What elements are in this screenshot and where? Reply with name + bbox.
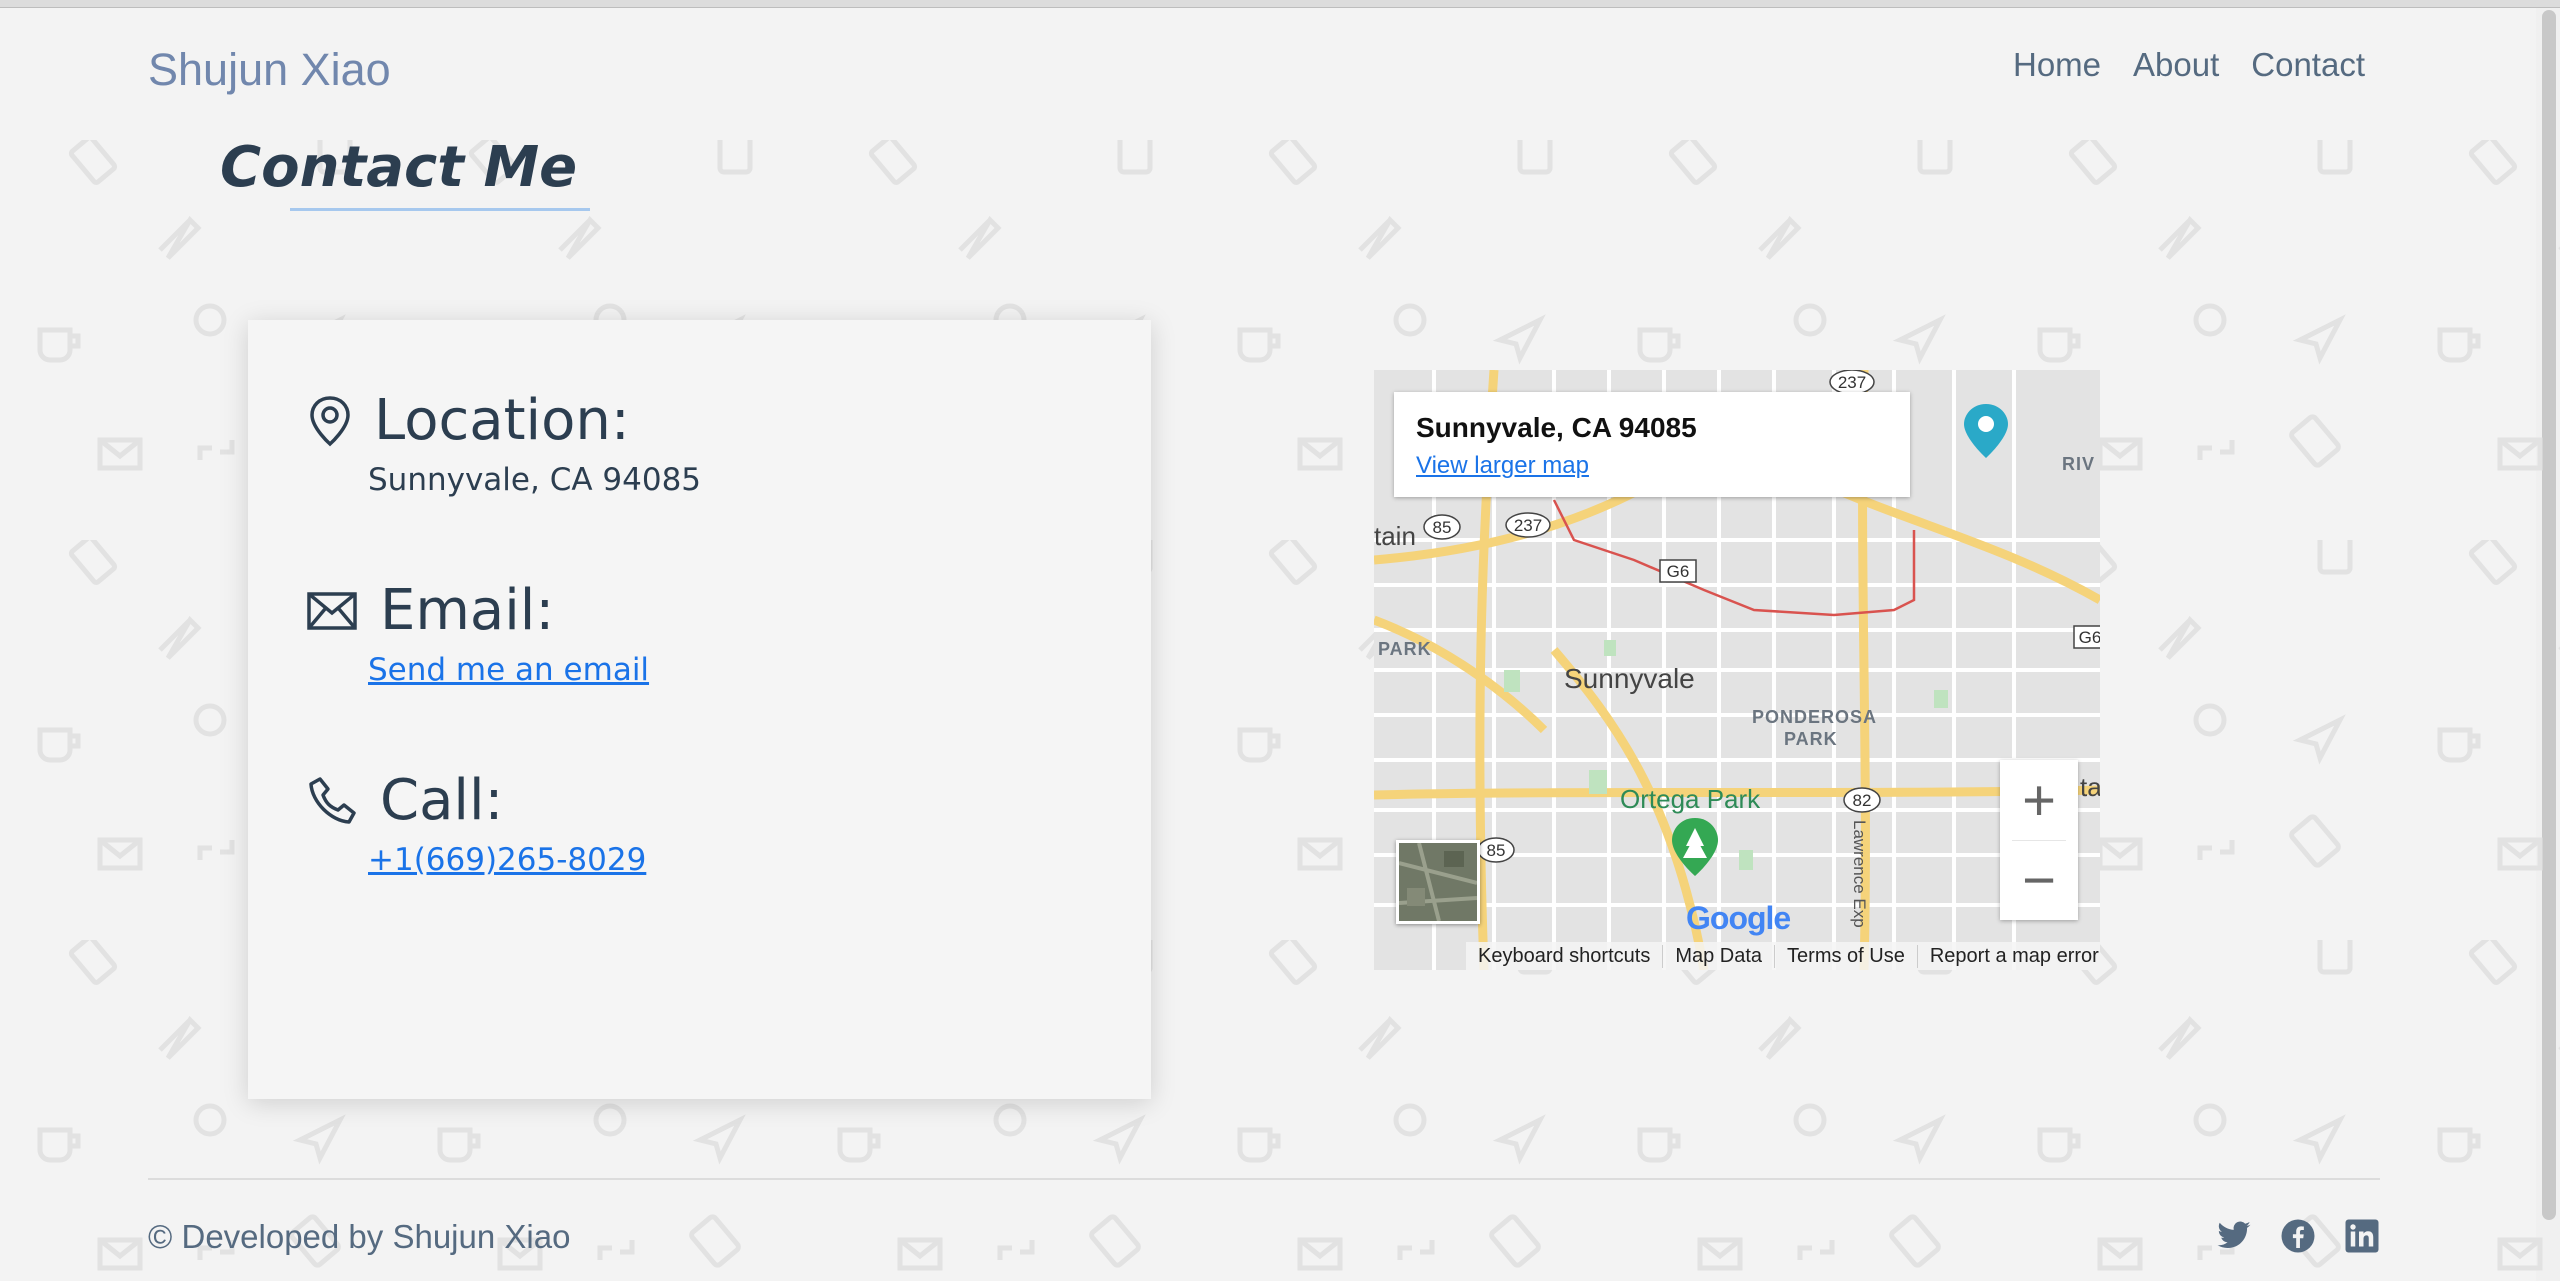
phone-icon — [306, 775, 358, 827]
map-shield-label: 82 — [1853, 791, 1872, 810]
location-value: Sunnyvale, CA 94085 — [368, 462, 702, 498]
email-heading: Email: — [380, 578, 555, 643]
email-link[interactable]: Send me an email — [368, 652, 649, 688]
map-shield-label: G6 — [1667, 562, 1690, 581]
location-heading: Location: — [374, 388, 630, 453]
map-label-ortega-park: Ortega Park — [1620, 784, 1761, 814]
location-heading-row: Location: — [308, 388, 630, 453]
map-label-park: PARK — [1378, 639, 1432, 659]
view-larger-map-link[interactable]: View larger map — [1416, 452, 1589, 480]
map-shield-label: 237 — [1514, 516, 1542, 535]
map-label-riv: RIV — [2062, 454, 2095, 474]
page-title: Contact Me — [220, 135, 578, 200]
map-shield-label: G6 — [2079, 628, 2100, 647]
call-heading: Call: — [380, 768, 504, 833]
facebook-icon[interactable] — [2280, 1218, 2316, 1254]
envelope-icon — [306, 591, 358, 631]
map-footer-bar: Keyboard shortcuts Map Data Terms of Use… — [1466, 942, 2100, 970]
twitter-icon[interactable] — [2216, 1218, 2252, 1254]
nav-about[interactable]: About — [2133, 46, 2219, 84]
zoom-out-button[interactable]: − — [2000, 840, 2078, 920]
embedded-map[interactable]: 237 85 237 G6 G6 82 85 Sunnyvale PONDERO… — [1374, 370, 2100, 970]
top-nav: Home About Contact — [2013, 46, 2365, 84]
nav-contact[interactable]: Contact — [2251, 46, 2365, 84]
shield-237-top: 237 — [1829, 370, 1875, 395]
report-map-error-link[interactable]: Report a map error — [1918, 945, 2100, 968]
map-label-edge: ta — [2080, 772, 2100, 802]
call-heading-row: Call: — [306, 768, 503, 833]
map-shield-label: 85 — [1433, 518, 1452, 537]
title-underline — [290, 208, 590, 211]
zoom-in-button[interactable]: + — [2000, 760, 2078, 840]
location-pin-icon — [308, 395, 352, 447]
zoom-controls: + − — [2000, 760, 2078, 920]
contact-card: Location: Sunnyvale, CA 94085 Email: Sen… — [248, 320, 1151, 1099]
nav-home[interactable]: Home — [2013, 46, 2101, 84]
linkedin-icon[interactable] — [2344, 1218, 2380, 1254]
map-shield-label: 85 — [1487, 841, 1506, 860]
map-shield-label: 237 — [1838, 373, 1866, 392]
phone-link[interactable]: +1(669)265-8029 — [368, 842, 646, 878]
map-info-title: Sunnyvale, CA 94085 — [1416, 412, 1697, 443]
site-brand[interactable]: Shujun Xiao — [148, 44, 391, 96]
email-heading-row: Email: — [306, 578, 554, 643]
footer-divider — [148, 1178, 2380, 1180]
map-label-ponderosa: PONDEROSA — [1752, 707, 1877, 727]
map-label-tain: tain — [1374, 521, 1416, 551]
map-info-window: Sunnyvale, CA 94085 View larger map — [1394, 392, 1910, 497]
keyboard-shortcuts-link[interactable]: Keyboard shortcuts — [1466, 944, 1664, 968]
map-label-lawrence-exp: Lawrence Exp — [1850, 820, 1869, 928]
social-links — [2216, 1218, 2380, 1254]
terms-of-use-link[interactable]: Terms of Use — [1775, 944, 1918, 968]
google-logo: Google — [1686, 900, 1791, 936]
map-data-link[interactable]: Map Data — [1663, 944, 1776, 968]
window-top-border — [0, 0, 2560, 8]
footer-copyright: © Developed by Shujun Xiao — [148, 1218, 571, 1255]
map-label-city: Sunnyvale — [1564, 663, 1695, 694]
satellite-toggle[interactable] — [1396, 840, 1480, 924]
map-label-ponderosa-park: PARK — [1784, 729, 1838, 749]
